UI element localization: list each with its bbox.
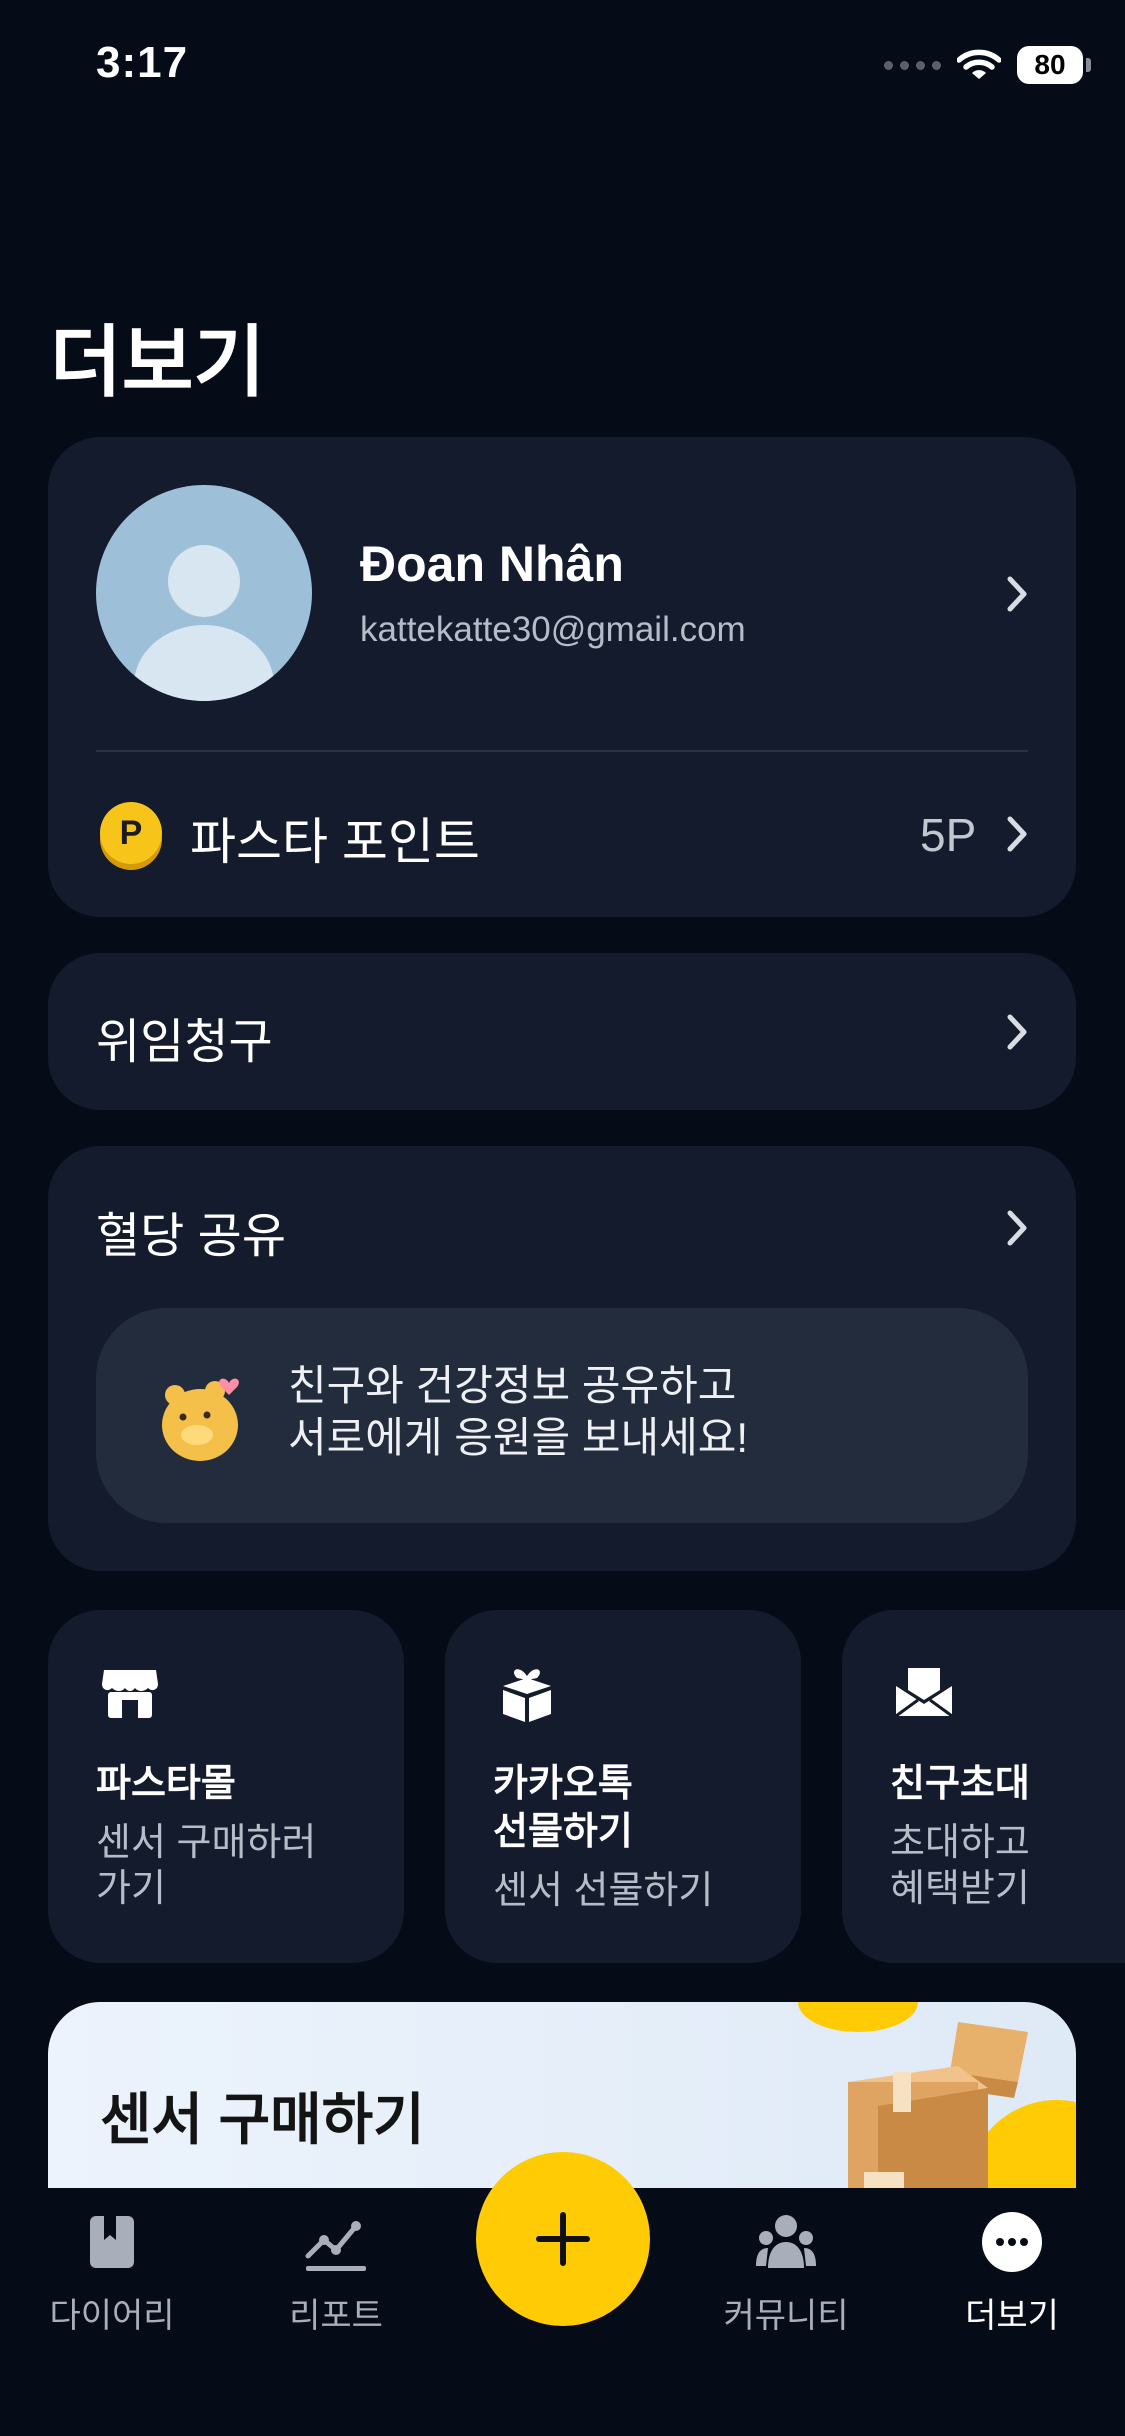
chevron-right-icon[interactable]: [1004, 574, 1032, 614]
tile-subtitle: 초대하고 혜택받기: [890, 1822, 1030, 1910]
cellular-signal-icon: [884, 60, 941, 70]
delegated-claim-label: 위임청구: [96, 1016, 273, 1069]
share-promo-line-1: 친구와 건강정보 공유하고: [288, 1362, 737, 1409]
diary-icon: [90, 2216, 134, 2268]
community-icon: [756, 2215, 816, 2268]
profile-name: Đoan Nhân: [360, 536, 624, 592]
kakaotalk-gift-tile[interactable]: 카카오톡 선물하기 센서 선물하기: [445, 1610, 801, 1963]
share-promo-line-2: 서로에게 응원을 보내세요!: [288, 1414, 749, 1461]
add-button[interactable]: [476, 2152, 650, 2326]
tile-title: 파스타몰: [96, 1763, 236, 1805]
tile-title: 친구초대: [890, 1763, 1030, 1805]
tile-subtitle: 센서 구매하러 가기: [96, 1822, 317, 1910]
avatar[interactable]: [96, 485, 312, 701]
blood-sugar-share-label: 혈당 공유: [96, 1210, 286, 1263]
chevron-right-icon[interactable]: [1004, 1012, 1032, 1052]
chevron-right-icon[interactable]: [1004, 1208, 1032, 1248]
point-coin-icon: P: [100, 802, 162, 864]
plus-icon: [536, 2212, 590, 2266]
nav-item-more[interactable]: 더보기: [922, 2210, 1102, 2337]
chevron-right-icon[interactable]: [1004, 814, 1032, 854]
nav-label: 더보기: [965, 2297, 1059, 2335]
store-icon: [102, 1670, 158, 1718]
more-icon: [982, 2212, 1042, 2272]
invite-friends-tile[interactable]: 친구초대 초대하고 혜택받기: [842, 1610, 1125, 1963]
wifi-icon: [957, 49, 1001, 79]
mascot-icon: [162, 1378, 239, 1461]
status-time: 3:17: [96, 38, 189, 87]
status-indicators: 80: [884, 46, 1091, 84]
points-label[interactable]: 파스타 포인트: [190, 802, 480, 874]
tile-title: 카카오톡 선물하기: [493, 1763, 633, 1853]
nav-item-report[interactable]: 리포트: [246, 2210, 426, 2337]
pasta-mall-tile[interactable]: 파스타몰 센서 구매하러 가기: [48, 1610, 404, 1963]
share-promo-text: 친구와 건강정보 공유하고 서로에게 응원을 보내세요!: [288, 1360, 748, 1464]
page-title: 더보기: [50, 318, 266, 406]
nav-label: 커뮤니티: [723, 2297, 849, 2335]
invite-envelope-icon: [895, 1668, 953, 1718]
delivery-boxes-illustration: [798, 2002, 1076, 2202]
battery-indicator: 80: [1017, 46, 1091, 84]
report-chart-icon: [305, 2221, 366, 2271]
nav-label: 다이어리: [49, 2297, 175, 2335]
nav-item-community[interactable]: 커뮤니티: [696, 2210, 876, 2337]
nav-label: 리포트: [289, 2297, 383, 2335]
sensor-purchase-title: 센서 구매하기: [100, 2088, 425, 2151]
profile-email: kattekatte30@gmail.com: [360, 610, 746, 649]
tile-subtitle: 센서 선물하기: [493, 1870, 714, 1912]
battery-level: 80: [1034, 49, 1066, 80]
profile-divider: [96, 750, 1028, 752]
nav-item-diary[interactable]: 다이어리: [22, 2210, 202, 2337]
points-value: 5P: [920, 809, 977, 861]
gift-box-icon: [503, 1669, 551, 1722]
